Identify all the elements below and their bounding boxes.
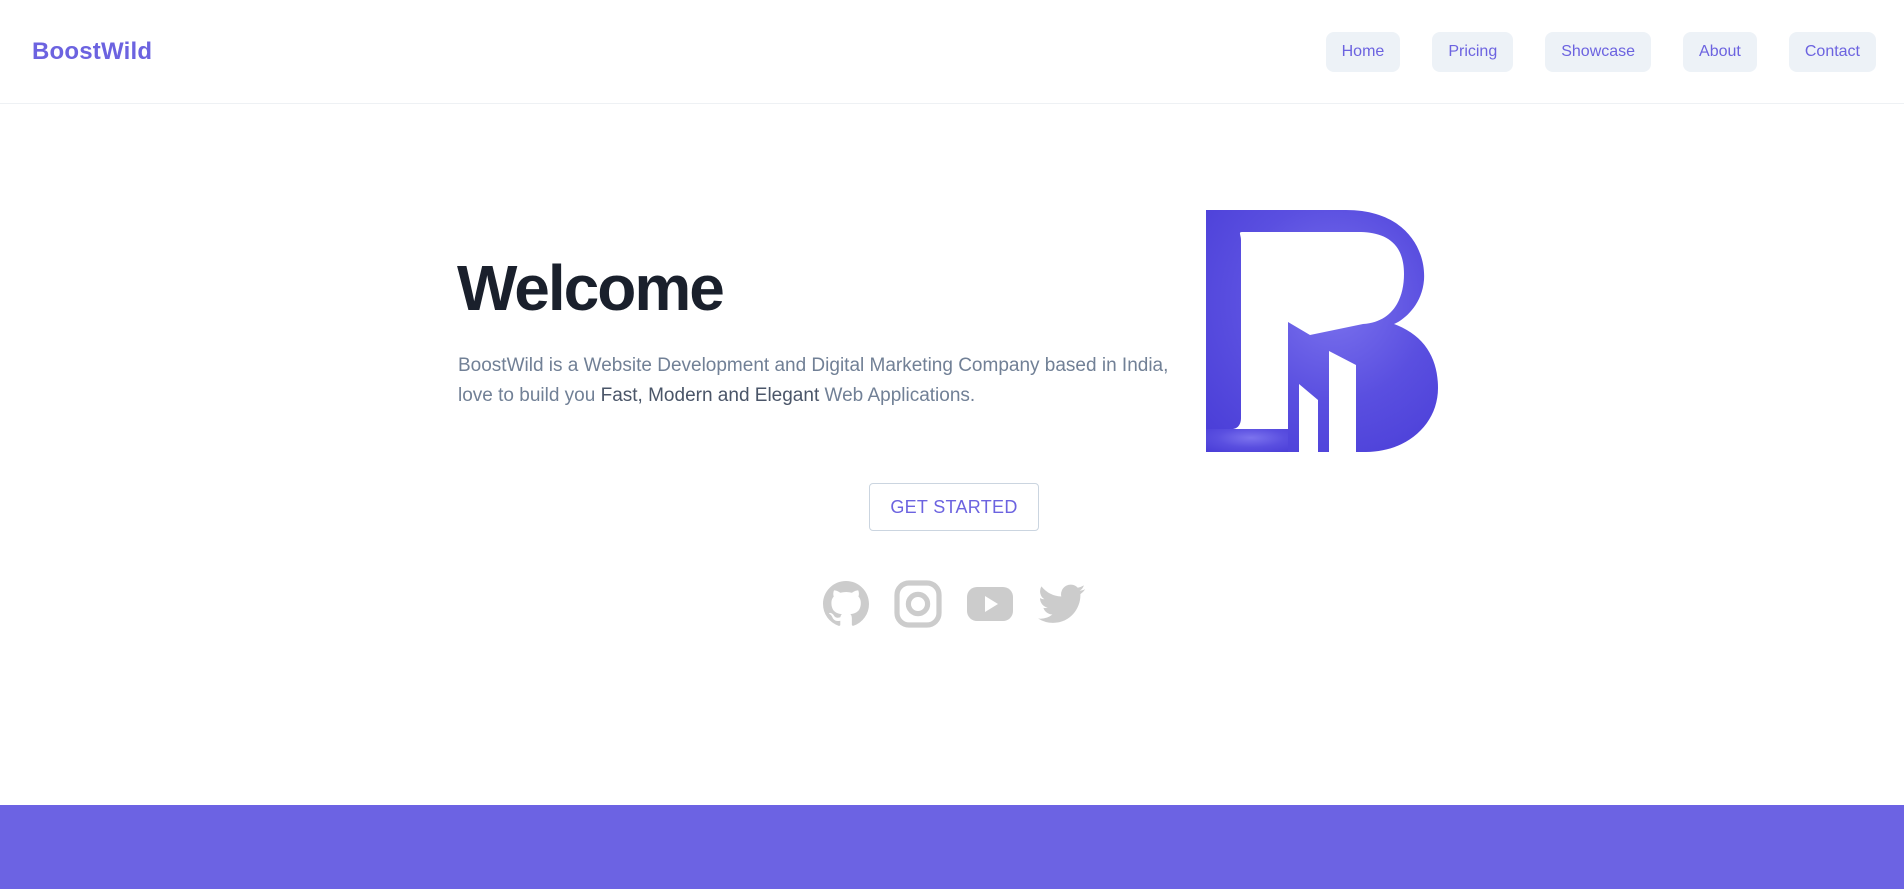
footer-band [0, 805, 1904, 889]
social-links [822, 580, 1086, 628]
nav-contact-button[interactable]: Contact [1788, 31, 1876, 72]
top-navbar: BoostWild Home Pricing Showcase About Co… [0, 0, 1904, 104]
get-started-button[interactable]: GET STARTED [869, 483, 1039, 531]
nav-links: Home Pricing Showcase About Contact [1325, 31, 1876, 72]
nav-about-button[interactable]: About [1683, 31, 1757, 72]
hero-description-text-end: Web Applications. [819, 385, 976, 406]
nav-showcase-button[interactable]: Showcase [1545, 31, 1652, 72]
hero-title: Welcome [457, 252, 725, 324]
twitter-icon[interactable] [1038, 580, 1086, 628]
nav-home-button[interactable]: Home [1325, 31, 1401, 72]
hero-description: BoostWild is a Website Development and D… [458, 351, 1170, 411]
nav-pricing-button[interactable]: Pricing [1432, 31, 1514, 72]
github-icon[interactable] [822, 580, 870, 628]
youtube-icon[interactable] [966, 580, 1014, 628]
boostwild-b-logo-icon [1206, 210, 1438, 452]
hero-description-emphasis: Fast, Modern and Elegant [600, 385, 820, 406]
instagram-icon[interactable] [894, 580, 942, 628]
brand-logo-text[interactable]: BoostWild [32, 38, 152, 66]
